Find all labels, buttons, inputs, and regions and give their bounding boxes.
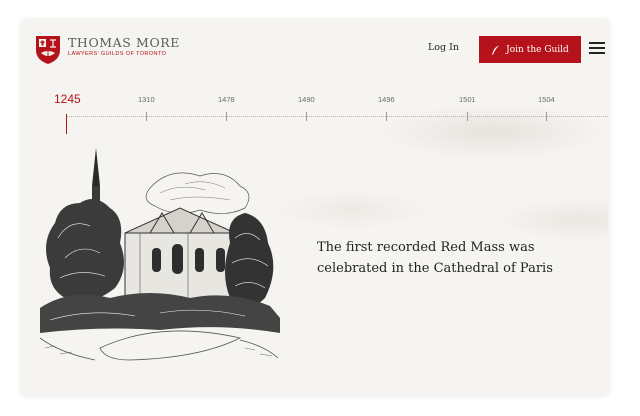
- timeline-marker-active: [66, 114, 67, 134]
- login-link[interactable]: Log In: [428, 42, 459, 53]
- timeline-tick: [306, 112, 307, 121]
- quill-icon: [491, 45, 500, 55]
- timeline-tick: [386, 112, 387, 121]
- timeline-tick: [226, 112, 227, 121]
- timeline-year[interactable]: 1496: [378, 95, 395, 104]
- hamburger-menu-icon[interactable]: [589, 42, 605, 56]
- timeline-year[interactable]: 1501: [459, 95, 476, 104]
- timeline-track: [66, 116, 608, 117]
- page-frame: THOMAS MORE LAWYERS' GUILDS OF TORONTO L…: [22, 20, 608, 395]
- site-logo[interactable]: THOMAS MORE LAWYERS' GUILDS OF TORONTO: [35, 35, 180, 65]
- cathedral-engraving: [40, 148, 280, 361]
- event-caption: The first recorded Red Mass was celebrat…: [317, 240, 553, 276]
- timeline-year-active[interactable]: 1245: [54, 92, 81, 106]
- brand-subtitle: LAWYERS' GUILDS OF TORONTO: [68, 51, 167, 57]
- timeline-year[interactable]: 1490: [298, 95, 315, 104]
- join-guild-label: Join the Guild: [506, 44, 569, 55]
- join-guild-button[interactable]: Join the Guild: [479, 36, 581, 63]
- brand-title: THOMAS MORE: [68, 35, 181, 50]
- timeline-year[interactable]: 1478: [218, 95, 235, 104]
- timeline-tick: [546, 112, 547, 121]
- timeline-tick: [467, 112, 468, 121]
- timeline-tick: [146, 112, 147, 121]
- timeline-year[interactable]: 1504: [538, 95, 555, 104]
- crest-icon: [36, 36, 60, 64]
- timeline-year[interactable]: 1310: [138, 95, 155, 104]
